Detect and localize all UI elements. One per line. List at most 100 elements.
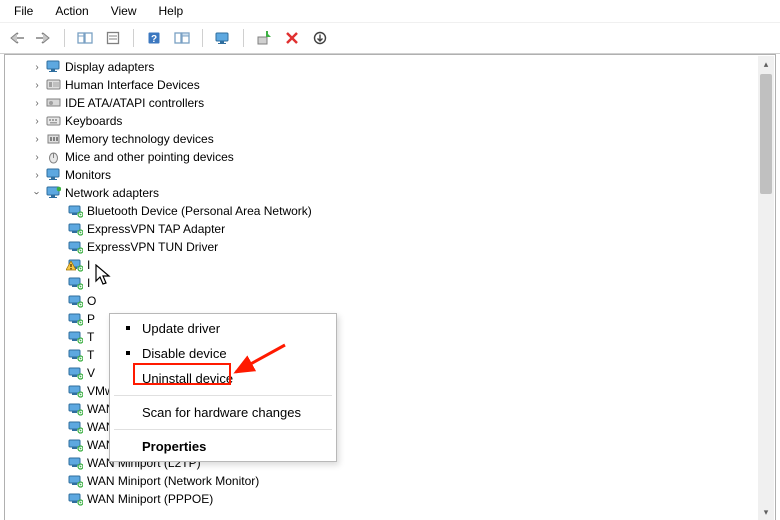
device-category-row[interactable]: › Network adapters <box>6 184 757 202</box>
adapter-label: V <box>86 366 96 380</box>
network-adapter-row[interactable]: WAN Miniport (Network Monitor) <box>6 472 757 490</box>
context-item-label: Scan for hardware changes <box>142 405 301 420</box>
category-icon <box>44 167 62 183</box>
network-adapter-icon <box>66 203 84 219</box>
network-adapter-row[interactable]: Bluetooth Device (Personal Area Network) <box>6 202 757 220</box>
network-category-icon <box>44 185 62 201</box>
category-label: Human Interface Devices <box>64 78 201 92</box>
network-adapter-row[interactable]: I <box>6 274 757 292</box>
svg-text:?: ? <box>151 34 157 45</box>
context-item-label: Properties <box>142 439 206 454</box>
warning-badge-icon <box>66 260 76 274</box>
context-uninstall-device[interactable]: Uninstall device <box>112 366 334 391</box>
adapter-label: T <box>86 348 95 362</box>
adapter-label: O <box>86 294 97 308</box>
menu-file[interactable]: File <box>4 1 43 21</box>
expand-collapse-icon[interactable]: › <box>30 168 44 182</box>
adapter-label: ExpressVPN TAP Adapter <box>86 222 226 236</box>
network-adapter-icon <box>66 401 84 417</box>
category-icon <box>44 77 62 93</box>
expand-collapse-icon[interactable]: › <box>30 60 44 74</box>
network-adapter-icon <box>66 293 84 309</box>
context-item-label: Uninstall device <box>142 371 233 386</box>
toolbar-separator <box>243 29 244 47</box>
context-properties[interactable]: Properties <box>112 434 334 459</box>
device-category-row[interactable]: › IDE ATA/ATAPI controllers <box>6 94 757 112</box>
context-disable-device[interactable]: Disable device <box>112 341 334 366</box>
category-icon <box>44 113 62 129</box>
menu-bar: File Action View Help <box>0 0 780 23</box>
scroll-down-icon[interactable]: ▾ <box>758 504 774 520</box>
network-adapter-icon <box>66 329 84 345</box>
network-adapter-row[interactable]: ExpressVPN TUN Driver <box>6 238 757 256</box>
context-scan-hardware[interactable]: Scan for hardware changes <box>112 400 334 425</box>
forward-button[interactable] <box>32 26 56 50</box>
scroll-up-icon[interactable]: ▴ <box>758 56 774 72</box>
expand-collapse-icon[interactable]: › <box>30 96 44 110</box>
category-icon <box>44 149 62 165</box>
update-driver-button[interactable] <box>308 26 332 50</box>
properties-button[interactable] <box>101 26 125 50</box>
expand-collapse-icon[interactable]: › <box>30 78 44 92</box>
network-adapter-icon <box>66 383 84 399</box>
adapter-label: I <box>86 276 91 290</box>
enable-device-button[interactable] <box>252 26 276 50</box>
category-label: Monitors <box>64 168 112 182</box>
device-category-row[interactable]: › Monitors <box>6 166 757 184</box>
adapter-label: I <box>86 258 91 272</box>
category-icon <box>44 131 62 147</box>
device-category-row[interactable]: › Keyboards <box>6 112 757 130</box>
view-devices-button[interactable] <box>211 26 235 50</box>
disable-device-button[interactable] <box>280 26 304 50</box>
context-update-driver[interactable]: Update driver <box>112 316 334 341</box>
network-adapter-icon <box>66 257 84 273</box>
vertical-scrollbar[interactable]: ▴ ▾ <box>758 56 774 520</box>
bullet-icon <box>126 326 130 330</box>
network-adapter-icon <box>66 437 84 453</box>
network-adapter-row[interactable]: O <box>6 292 757 310</box>
menu-help[interactable]: Help <box>149 1 194 21</box>
adapter-label: WAN Miniport (Network Monitor) <box>86 474 260 488</box>
network-adapter-row[interactable]: WAN Miniport (PPPOE) <box>6 490 757 508</box>
device-category-row[interactable]: › Human Interface Devices <box>6 76 757 94</box>
back-button[interactable] <box>4 26 28 50</box>
adapter-label: Bluetooth Device (Personal Area Network) <box>86 204 313 218</box>
scroll-thumb[interactable] <box>760 74 772 194</box>
network-adapter-icon <box>66 491 84 507</box>
bullet-icon <box>126 351 130 355</box>
network-adapter-icon <box>66 455 84 471</box>
scan-hardware-button[interactable] <box>170 26 194 50</box>
device-category-row[interactable]: › Display adapters <box>6 58 757 76</box>
toolbar-separator <box>133 29 134 47</box>
device-category-row[interactable]: › Mice and other pointing devices <box>6 148 757 166</box>
network-adapter-row[interactable]: I <box>6 256 757 274</box>
toolbar-separator <box>64 29 65 47</box>
menu-view[interactable]: View <box>101 1 147 21</box>
category-label: Keyboards <box>64 114 123 128</box>
adapter-label: WAN Miniport (PPPOE) <box>86 492 214 506</box>
context-menu: Update driver Disable device Uninstall d… <box>109 313 337 462</box>
category-label: Memory technology devices <box>64 132 215 146</box>
expand-collapse-icon[interactable]: › <box>30 150 44 164</box>
context-item-label: Disable device <box>142 346 227 361</box>
network-adapter-icon <box>66 419 84 435</box>
toolbar-separator <box>202 29 203 47</box>
network-adapter-row[interactable]: ExpressVPN TAP Adapter <box>6 220 757 238</box>
network-adapter-icon <box>66 347 84 363</box>
expand-collapse-icon[interactable]: › <box>30 186 44 200</box>
device-category-row[interactable]: › Memory technology devices <box>6 130 757 148</box>
expand-collapse-icon[interactable]: › <box>30 132 44 146</box>
context-item-label: Update driver <box>142 321 220 336</box>
adapter-label: ExpressVPN TUN Driver <box>86 240 219 254</box>
context-separator <box>114 395 332 396</box>
category-icon <box>44 95 62 111</box>
expand-collapse-icon[interactable]: › <box>30 114 44 128</box>
help-button[interactable]: ? <box>142 26 166 50</box>
network-adapter-icon <box>66 365 84 381</box>
network-adapter-icon <box>66 239 84 255</box>
category-label: Mice and other pointing devices <box>64 150 235 164</box>
menu-action[interactable]: Action <box>45 1 98 21</box>
show-hide-console-button[interactable] <box>73 26 97 50</box>
category-label: Network adapters <box>64 186 160 200</box>
network-adapter-icon <box>66 473 84 489</box>
